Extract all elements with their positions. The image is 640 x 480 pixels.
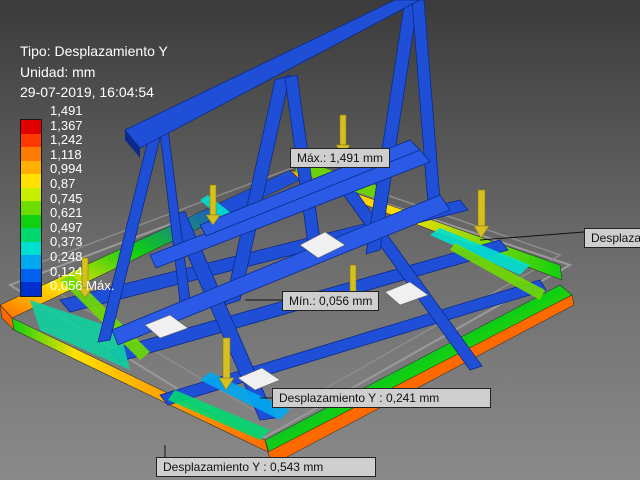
legend-swatch: [21, 147, 41, 162]
legend-swatch: [21, 255, 41, 270]
min-probe-label[interactable]: Mín.: 0,056 mm: [282, 291, 380, 311]
legend-swatch: [21, 201, 41, 216]
legend-tick-label: 1,118: [50, 146, 82, 162]
legend-tick-label: 0,994: [50, 161, 83, 177]
stress-analysis-model: [0, 0, 585, 466]
legend-tick-label: 1,491: [50, 103, 83, 118]
legend-tick-label: 0,497: [50, 219, 83, 235]
legend-swatch: [21, 174, 41, 189]
legend-tick-label: 0,124: [50, 263, 83, 279]
legend-swatch: [21, 228, 41, 243]
legend-swatch: [21, 282, 41, 297]
legend-tick-label: 0,056 Máx.: [50, 278, 115, 294]
unit-label: Unidad: mm: [20, 64, 96, 80]
legend-tick-label: 0,745: [50, 190, 83, 206]
legend-swatch: [21, 268, 41, 283]
legend-tick-label: 0,248: [50, 249, 83, 264]
legend-tick-label: 1,367: [50, 117, 83, 133]
color-legend-bar: [20, 119, 42, 297]
timestamp-label: 29-07-2019, 16:04:54: [20, 84, 154, 100]
legend-swatch: [21, 214, 41, 229]
legend-tick-label: 1,242: [50, 132, 83, 148]
legend-swatch: [21, 241, 41, 256]
legend-tick-label: 0,621: [50, 205, 83, 221]
center-probe-label[interactable]: Desplazamiento Y : 0,241 mm: [272, 388, 491, 408]
legend-swatch: [21, 187, 41, 202]
bottom-probe-label[interactable]: Desplazamiento Y : 0,543 mm: [156, 457, 376, 477]
legend-swatch: [21, 120, 41, 135]
result-type-label: Tipo: Desplazamiento Y: [20, 43, 168, 59]
legend-tick-label: 0,87: [50, 176, 76, 191]
legend-swatch: [21, 133, 41, 148]
model-viewport[interactable]: Tipo: Desplazamiento Y Unidad: mm 29-07-…: [0, 0, 640, 480]
legend-tick-label: 0,373: [50, 234, 83, 250]
max-probe-label[interactable]: Máx.: 1,491 mm: [290, 148, 391, 168]
legend-swatch: [21, 160, 41, 175]
right-probe-label[interactable]: Desplazamiento Y: [584, 228, 640, 248]
